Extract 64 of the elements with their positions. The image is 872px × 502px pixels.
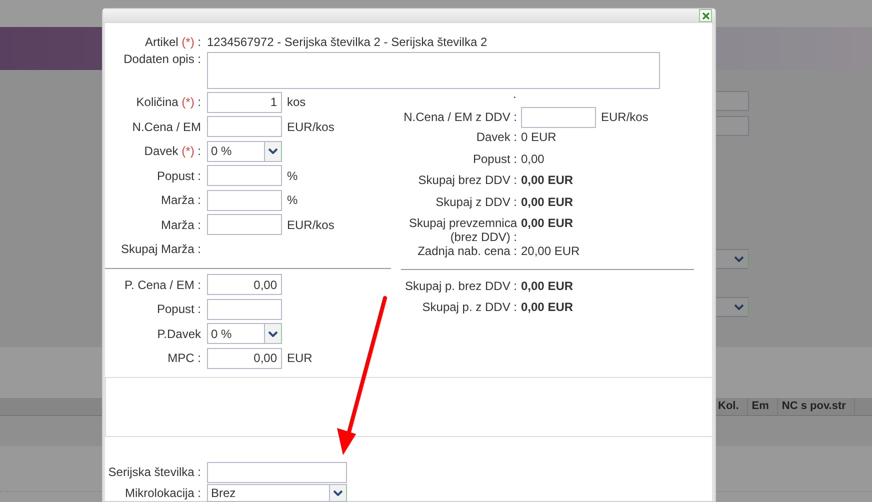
field-label: Davek :	[475, 130, 517, 144]
column-header[interactable]: NC s pov.str	[778, 398, 855, 415]
column-header[interactable]: Em	[748, 398, 778, 415]
input-field[interactable]: 0,00	[207, 274, 282, 296]
unit-label: %	[287, 193, 298, 208]
article-value: 1234567972 - Serijska številka 2 - Serijska številka 2	[207, 35, 488, 49]
field-value: 0,00 EUR	[521, 216, 574, 230]
field-label: P.Davek	[156, 326, 201, 341]
unit-label: EUR	[287, 351, 312, 366]
caret-icon	[734, 256, 744, 262]
caret-icon	[333, 490, 343, 496]
input-field[interactable]: 1	[207, 92, 282, 113]
input-field[interactable]	[207, 298, 282, 320]
unit-label: %	[287, 168, 298, 183]
select-field[interactable]: 0 %	[207, 323, 282, 344]
field-label: Artikel (*) :	[144, 35, 201, 49]
field-label: Serijska številka :	[107, 465, 201, 479]
field-label: Popust :	[472, 152, 517, 166]
close-button[interactable]	[699, 9, 712, 22]
field-label: Skupaj z DDV :	[434, 194, 517, 208]
field-label: Dodaten opis :	[122, 52, 201, 66]
field-value: 0,00 EUR	[521, 278, 574, 292]
field-value: 0,00 EUR	[521, 194, 574, 208]
field-label: Popust :	[156, 168, 201, 183]
text-area[interactable]	[207, 52, 660, 89]
unit-label: EUR/kos	[287, 120, 334, 134]
marker-text: .	[513, 87, 516, 101]
field-label: Skupaj prevzemnica (brez DDV) :	[408, 216, 517, 244]
input-field[interactable]	[207, 165, 282, 186]
field-label: Zadnja nab. cena :	[416, 244, 517, 258]
field-label: Količina (*) :	[135, 95, 201, 110]
caret-icon	[734, 304, 744, 310]
unit-label: EUR/kos	[601, 110, 648, 124]
input-field[interactable]	[207, 116, 282, 138]
field-value: 0,00 EUR	[521, 173, 574, 187]
field-label: Skupaj p. z DDV :	[421, 300, 517, 314]
field-value: 0,00 EUR	[521, 300, 574, 314]
field-label: Davek (*) :	[143, 144, 201, 158]
field-label: Popust :	[156, 302, 201, 316]
input-field[interactable]	[207, 462, 347, 482]
field-label: Marža :	[160, 218, 201, 232]
field-label: Mikrolokacija :	[124, 486, 201, 500]
select-field[interactable]: Brez	[207, 484, 347, 502]
input-field[interactable]	[207, 214, 282, 236]
field-value: 0,00	[521, 152, 544, 166]
caret-icon	[268, 330, 278, 337]
input-field[interactable]	[521, 106, 596, 128]
field-value: 0 EUR	[521, 130, 556, 144]
input-field[interactable]	[207, 190, 282, 211]
close-icon	[702, 12, 710, 20]
field-label: Skupaj brez DDV :	[417, 173, 517, 187]
unit-label: kos	[287, 95, 306, 110]
caret-icon	[268, 148, 278, 154]
field-label: Skupaj Marža :	[120, 242, 201, 256]
field-label: N.Cena / EM	[131, 120, 201, 134]
field-label: N.Cena / EM z DDV :	[402, 110, 517, 124]
field-label: Skupaj p. brez DDV :	[404, 278, 517, 292]
field-label: MPC :	[166, 351, 201, 366]
field-value: 20,00 EUR	[521, 244, 580, 258]
unit-label: EUR/kos	[287, 218, 334, 232]
input-field[interactable]: 0,00	[207, 348, 282, 369]
field-label: Marža :	[160, 193, 201, 208]
select-field[interactable]: 0 %	[207, 140, 282, 162]
field-label: P. Cena / EM :	[124, 278, 201, 292]
